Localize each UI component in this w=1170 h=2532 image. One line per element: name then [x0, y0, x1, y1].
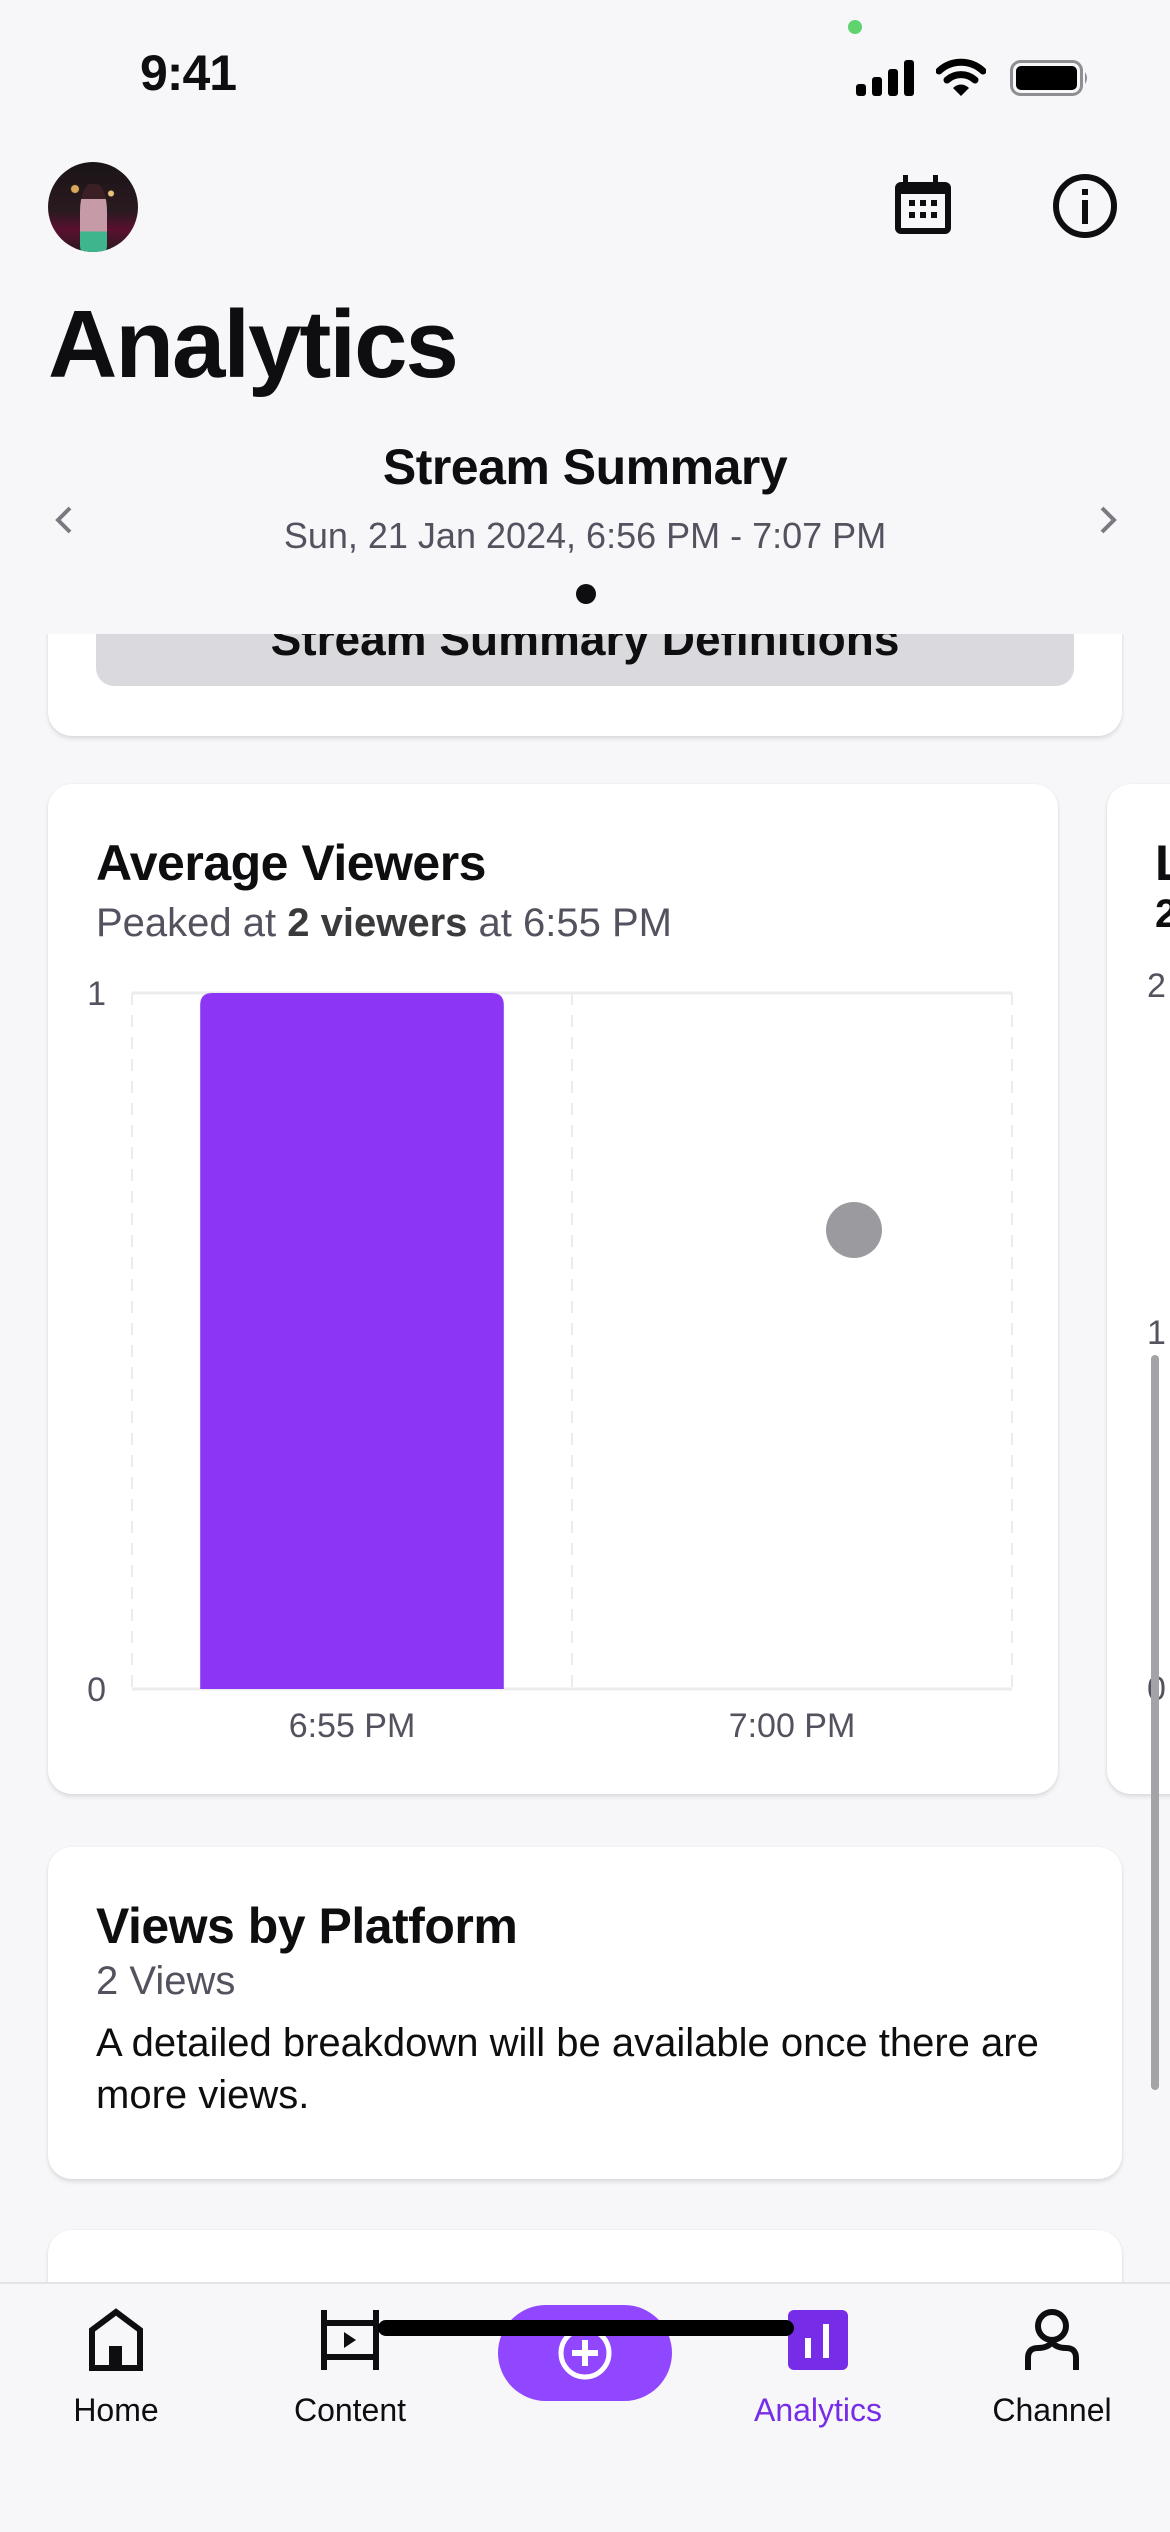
- average-viewers-card[interactable]: Average Viewers Peaked at 2 viewers at 6…: [48, 784, 1058, 1794]
- home-indicator: [378, 2320, 794, 2336]
- channel-icon: [1025, 2309, 1079, 2370]
- nav-item-channel[interactable]: Channel: [952, 2308, 1152, 2428]
- cellular-signal-icon: [856, 60, 914, 96]
- status-time: 9:41: [140, 45, 237, 101]
- y-tick-label: 1: [87, 975, 106, 1013]
- calendar-icon[interactable]: [893, 175, 955, 237]
- bar-655pm: [200, 993, 504, 1689]
- next-card: [48, 2230, 1122, 2282]
- views-by-platform-description: A detailed breakdown will be available o…: [96, 2021, 1039, 2117]
- avatar-photo: [80, 183, 108, 252]
- next-stream-chevron-icon[interactable]: [1088, 500, 1128, 540]
- home-icon: [89, 2308, 143, 2371]
- views-by-platform-card[interactable]: Views by Platform 2 Views A detailed bre…: [48, 1847, 1122, 2179]
- vertical-scrollbar[interactable]: [1151, 1355, 1159, 2090]
- stream-summary-definitions-button[interactable]: Stream Summary Definitions: [96, 634, 1074, 686]
- x-tick-label: 6:55 PM: [289, 1707, 416, 1745]
- profile-avatar[interactable]: [48, 162, 138, 252]
- battery-icon: [1010, 60, 1087, 96]
- nav-label-analytics: Analytics: [753, 2392, 883, 2428]
- page-title: Analytics: [48, 291, 459, 398]
- next-metric-card-peek[interactable]: L 2 2 1 0: [1107, 784, 1170, 1794]
- y-tick-label: 0: [87, 1671, 106, 1709]
- nav-label-channel: Channel: [992, 2392, 1112, 2428]
- peek-card-title: L: [1155, 834, 1170, 892]
- stream-date-range: Sun, 21 Jan 2024, 6:56 PM - 7:07 PM: [283, 515, 887, 556]
- stream-summary-title: Stream Summary: [382, 439, 788, 495]
- privacy-indicator-dot: [848, 20, 862, 34]
- nav-label-home: Home: [73, 2392, 159, 2428]
- pager-dot-active[interactable]: [576, 584, 596, 604]
- touch-indicator: [826, 1202, 882, 1258]
- nav-label-content: Content: [293, 2392, 407, 2428]
- info-icon[interactable]: [1052, 173, 1118, 239]
- peek-tick-mid: 1: [1147, 1314, 1166, 1352]
- views-by-platform-title: Views by Platform: [96, 1898, 518, 1954]
- peek-tick-top: 2: [1147, 967, 1166, 1005]
- analytics-scroll-content[interactable]: Stream Summary Definitions Average Viewe…: [0, 634, 1170, 2282]
- content-icon: [321, 2310, 379, 2370]
- average-viewers-chart[interactable]: 6:55 PM 7:00 PM 0 1: [48, 784, 1058, 1794]
- nav-item-home[interactable]: Home: [16, 2308, 216, 2428]
- peek-card-subtitle: 2: [1155, 892, 1170, 936]
- wifi-icon: [936, 58, 986, 96]
- views-count: 2 Views: [96, 1959, 236, 2003]
- x-tick-label: 7:00 PM: [729, 1707, 856, 1745]
- analytics-icon: [788, 2310, 848, 2370]
- definitions-card: Stream Summary Definitions: [48, 634, 1122, 736]
